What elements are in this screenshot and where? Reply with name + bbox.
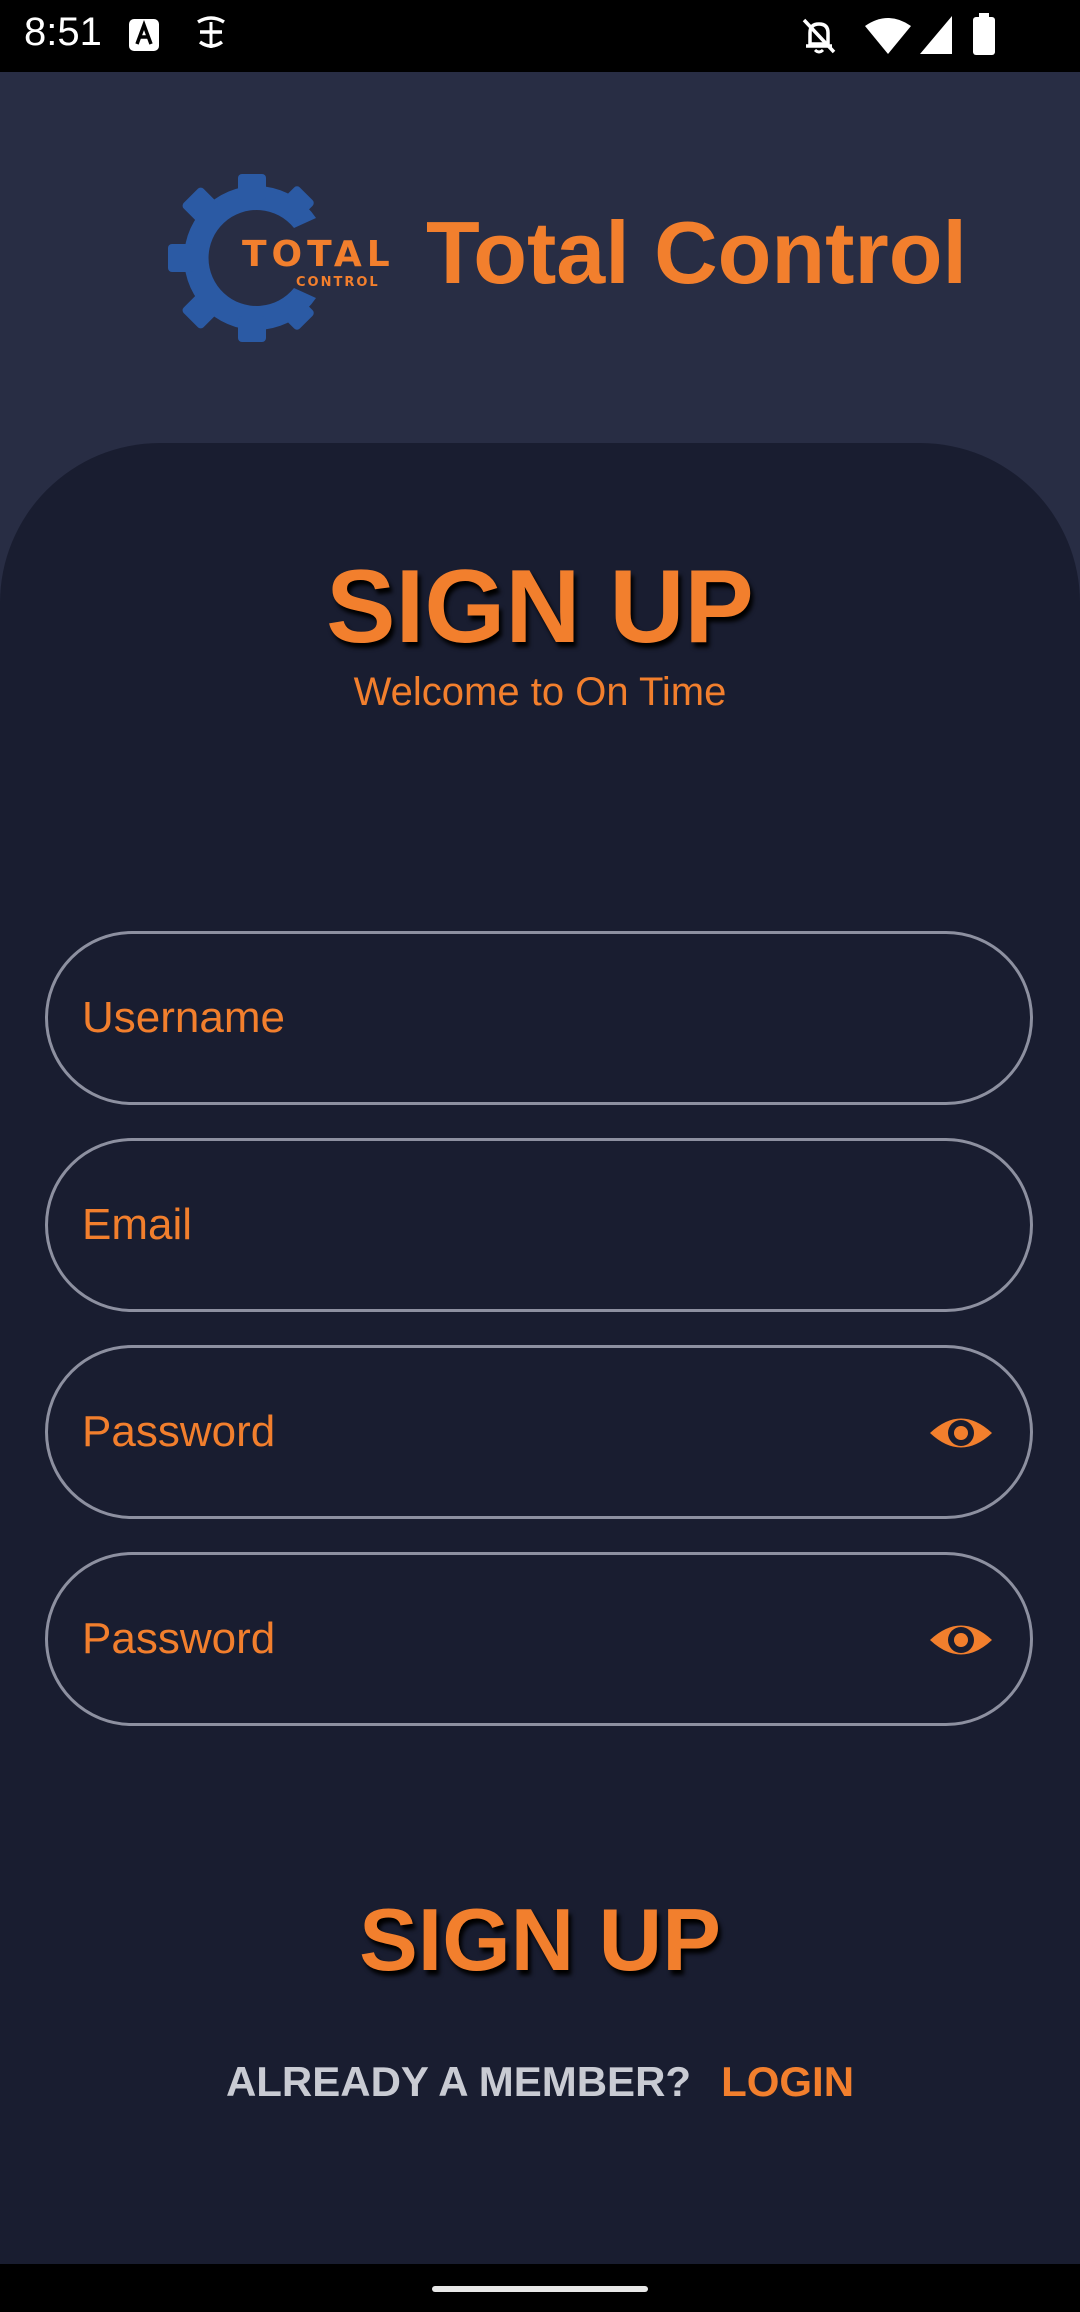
signup-button[interactable]: SIGN UP	[340, 1880, 740, 2000]
app-title: Total Control	[426, 203, 967, 302]
show-password-eye-icon[interactable]	[928, 1400, 994, 1466]
home-indicator[interactable]	[432, 2286, 648, 2292]
confirm-password-input[interactable]	[82, 1555, 902, 1723]
password-input[interactable]	[82, 1348, 902, 1516]
logo-subtext: CONTROL	[296, 275, 380, 290]
signup-screen: 8:51 TOTAL CONTROL Total Control SIGN UP…	[0, 0, 1080, 2312]
logo-text: TOTAL	[242, 234, 395, 275]
confirm-password-field[interactable]	[45, 1552, 1033, 1726]
page-title: SIGN UP	[326, 549, 754, 665]
status-bar: 8:51	[0, 0, 1080, 72]
text-a-icon	[129, 19, 159, 51]
email-field[interactable]	[45, 1138, 1033, 1312]
app-header: TOTAL CONTROL Total Control	[0, 72, 1080, 452]
username-field[interactable]	[45, 931, 1033, 1105]
already-member-text: ALREADY A MEMBER?	[225, 2058, 692, 2105]
password-field[interactable]	[45, 1345, 1033, 1519]
page-subtitle: Welcome to On Time	[353, 670, 727, 714]
username-input[interactable]	[82, 934, 902, 1102]
signal-icon	[920, 16, 952, 54]
wifi-icon	[865, 18, 911, 54]
email-input[interactable]	[82, 1141, 902, 1309]
battery-icon	[973, 13, 995, 55]
notifications-off-icon	[802, 18, 836, 54]
sim-status-icon	[197, 16, 225, 48]
login-prompt: ALREADY A MEMBER? LOGIN	[0, 2058, 1080, 2106]
login-link[interactable]: LOGIN	[721, 2058, 854, 2105]
status-time: 8:51	[24, 10, 102, 54]
show-confirm-password-eye-icon[interactable]	[928, 1607, 994, 1673]
